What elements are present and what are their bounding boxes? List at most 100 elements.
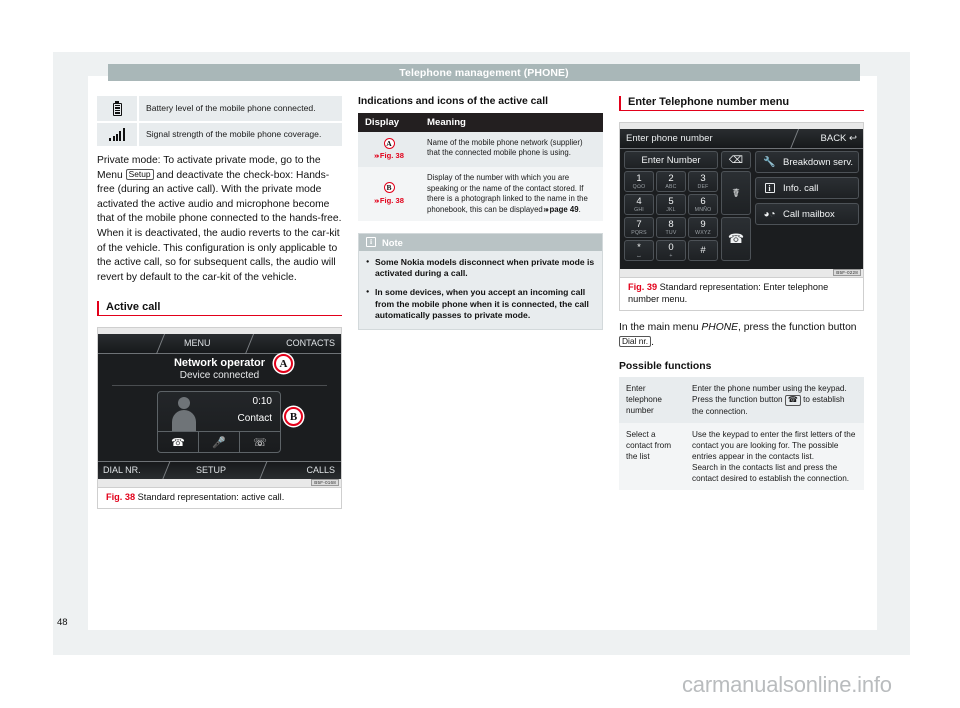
page-link-49-text: page 49 — [549, 204, 579, 214]
key-3[interactable]: 3 DEF — [688, 171, 718, 192]
mute-microphone-icon[interactable]: 🎤 — [199, 432, 240, 453]
screen-button-calls[interactable]: CALLS — [306, 465, 335, 475]
key-1[interactable]: 1 QΩO — [624, 171, 654, 192]
screen-button-menu[interactable]: MENU — [184, 338, 211, 348]
table-row: A »› Fig. 38 Name of the mobile phone ne… — [358, 132, 603, 168]
key-0-number: 0 — [668, 241, 674, 253]
key-4[interactable]: 4 GHI — [624, 194, 654, 215]
cell-meaning-b-part2: . — [578, 204, 581, 214]
function-key-select-contact: Select a contact from the list — [619, 423, 685, 491]
key-0[interactable]: 0 + — [656, 240, 686, 261]
key-6[interactable]: 6 MNÑO — [688, 194, 718, 215]
paragraph-after-kbd: and deactivate the check-box: Hands-free… — [97, 169, 342, 283]
screen-button-contacts[interactable]: CONTACTS — [286, 338, 335, 348]
dial-nr-button-reference: Dial nr. — [619, 335, 652, 348]
legend-row-battery: Battery level of the mobile phone connec… — [97, 96, 342, 121]
key-2[interactable]: 2 ABC — [656, 171, 686, 192]
figure-38-code: B5F-0168 — [311, 479, 339, 487]
headset-icon[interactable]: ☤ — [721, 171, 751, 215]
note-item: In some devices, when you accept an inco… — [366, 287, 595, 322]
answer-call-icon[interactable]: ☎ — [158, 432, 199, 453]
key-2-number: 2 — [668, 172, 674, 184]
key-7[interactable]: 7 PQRS — [624, 217, 654, 238]
figure-38-label: Fig. 38 — [106, 492, 136, 503]
screen-call-button-row: ☎ 🎤 ☏ — [158, 431, 280, 453]
function-desc-line1: Enter the phone number using the keypad. — [692, 384, 847, 394]
figure-39-screen: Enter phone number BACK ↩ Enter Number ⌫… — [619, 122, 864, 278]
middle-column: Indications and icons of the active call… — [358, 96, 603, 330]
watermark: carmanualsonline.info — [682, 672, 892, 697]
back-arrow-icon: ↩ — [849, 133, 857, 144]
info-call-button[interactable]: i Info. call — [755, 177, 859, 199]
callout-b: B — [284, 407, 303, 427]
key-7-number: 7 — [636, 218, 642, 230]
figure-link-b-text: Fig. 38 — [379, 195, 404, 205]
figure-39: Enter phone number BACK ↩ Enter Number ⌫… — [619, 122, 864, 311]
key-9[interactable]: 9 WXYZ — [688, 217, 718, 238]
signal-strength-icon — [97, 123, 137, 146]
screen-button-setup[interactable]: SETUP — [196, 465, 226, 475]
figure-39-caption: Fig. 39 Standard representation: Enter t… — [619, 278, 864, 311]
screen-call-panel: 0:10 Contact ☎ 🎤 ☏ — [157, 391, 281, 454]
key-7-letters: PQRS — [631, 229, 647, 236]
note-title: Note — [382, 236, 403, 248]
breakdown-service-label: Breakdown serv. — [783, 156, 854, 168]
key-hash-number: # — [700, 245, 706, 257]
key-star-space: ⌴ — [636, 252, 642, 259]
possible-functions-table: Enter telephone number Enter the phone n… — [619, 377, 864, 491]
cell-reference-b: B »› Fig. 38 — [358, 167, 420, 221]
figure-link-a[interactable]: »› Fig. 38 — [365, 151, 413, 161]
key-5[interactable]: 5 JKL — [656, 194, 686, 215]
key-4-letters: GHI — [634, 206, 644, 213]
screen-button-back[interactable]: BACK ↩ — [821, 133, 857, 144]
key-8-letters: TUV — [665, 229, 677, 236]
key-star[interactable]: * ⌴ — [624, 240, 654, 261]
function-desc-line1: Use the keypad to enter the first letter… — [692, 430, 856, 462]
key-6-number: 6 — [700, 195, 706, 207]
legend-row-signal: Signal strength of the mobile phone cove… — [97, 123, 342, 146]
infotainment-enter-number-screen: Enter phone number BACK ↩ Enter Number ⌫… — [620, 129, 863, 269]
info-icon: i — [763, 183, 776, 193]
heading-indications-icons: Indications and icons of the active call — [358, 96, 548, 107]
figure-38: MENU CONTACTS Network operator Device co… — [97, 327, 342, 510]
running-header-title: Telephone management (PHONE) — [399, 66, 569, 79]
key-3-number: 3 — [700, 172, 706, 184]
breakdown-service-button[interactable]: 🔧 Breakdown serv. — [755, 151, 859, 173]
table-row: Enter telephone number Enter the phone n… — [619, 377, 864, 424]
key-3-letters: DEF — [697, 183, 709, 190]
note-box: i Note Some Nokia models disconnect when… — [358, 232, 603, 330]
call-handset-icon[interactable]: ☎ — [721, 217, 751, 261]
page-link-49[interactable]: »› page 49 — [543, 204, 579, 214]
key-1-number: 1 — [636, 172, 642, 184]
backspace-icon[interactable]: ⌫ — [721, 151, 751, 169]
running-header: Telephone management (PHONE) — [108, 64, 860, 81]
end-call-icon[interactable]: ☏ — [240, 432, 280, 452]
table-row: Select a contact from the list Use the k… — [619, 423, 864, 491]
figure-38-caption-text: Standard representation: active call. — [137, 492, 285, 503]
screen-title: Enter phone number — [626, 133, 713, 144]
key-1-letters: QΩO — [632, 183, 646, 190]
screen-keypad-pane: Enter Number ⌫ 1 QΩO 2 ABC 3 DEF 4 GHI 5 JKL … — [624, 151, 859, 265]
info-icon: i — [366, 237, 376, 248]
keypad: 1 QΩO 2 ABC 3 DEF 4 GHI 5 JKL 6 MNÑO 7 PQRS 8 TU… — [624, 171, 718, 261]
note-body: Some Nokia models disconnect when privat… — [359, 251, 602, 329]
key-8[interactable]: 8 TUV — [656, 217, 686, 238]
screen-bezel-bottom: B5F-0228 — [620, 269, 863, 277]
heading-possible-functions: Possible functions — [619, 361, 712, 373]
number-input-field[interactable]: Enter Number — [624, 151, 718, 169]
function-desc-line2: Search in the contacts list and press th… — [692, 463, 850, 484]
instruction-part1: In the main menu — [619, 321, 702, 333]
contact-avatar-icon — [171, 397, 197, 432]
call-mailbox-button[interactable]: ◕◔ Call mailbox — [755, 203, 859, 225]
setup-button-reference: Setup — [125, 168, 154, 181]
call-handset-icon: ☎ — [784, 395, 801, 406]
screen-network-operator: Network operator — [173, 357, 266, 370]
info-call-label: Info. call — [783, 182, 819, 194]
column-header-meaning: Meaning — [420, 113, 603, 132]
figure-link-b[interactable]: »› Fig. 38 — [365, 196, 413, 206]
key-4-number: 4 — [636, 195, 642, 207]
private-mode-paragraph: Private mode: To activate private mode, … — [97, 154, 342, 285]
screen-button-dial-nr[interactable]: DIAL NR. — [103, 465, 141, 475]
key-hash[interactable]: # — [688, 240, 718, 261]
cell-reference-a: A »› Fig. 38 — [358, 132, 420, 168]
